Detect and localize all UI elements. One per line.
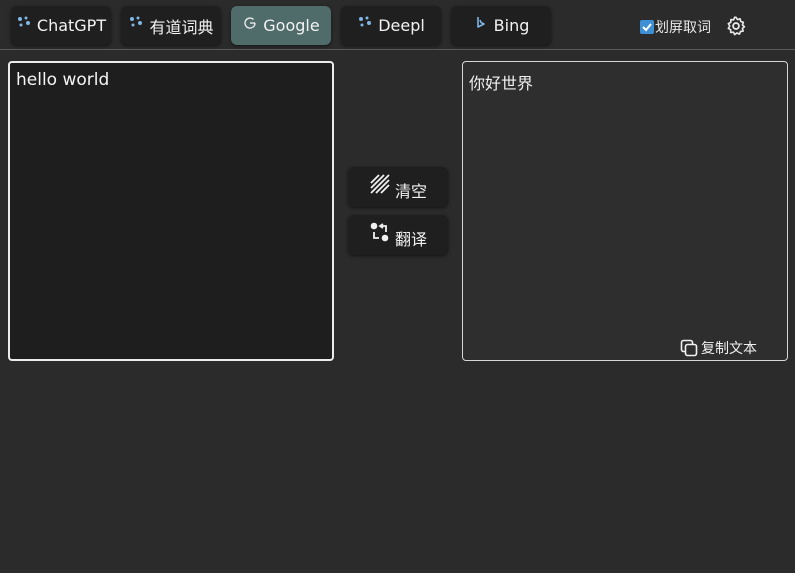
copy-text-label: 复制文本	[701, 341, 757, 357]
toggle-label: 划屏取词	[655, 20, 711, 36]
translate-button[interactable]: 翻译	[348, 215, 448, 255]
sparkle-dots-icon	[17, 16, 30, 26]
bing-icon	[476, 16, 485, 28]
tab-label: 有道词典	[149, 17, 214, 37]
check-icon	[642, 23, 652, 32]
copy-icon	[680, 339, 698, 357]
source-text-panel	[8, 61, 334, 361]
tab-label: Bing	[493, 16, 530, 35]
translation-output-panel: 你好世界 复制文本	[462, 61, 788, 361]
tab-deepl[interactable]: Deepl	[341, 6, 441, 45]
translate-swap-icon	[370, 222, 389, 242]
copy-text-button[interactable]: 复制文本	[680, 338, 757, 358]
tab-label: Deepl	[378, 16, 425, 35]
tab-bing[interactable]: Bing	[451, 6, 551, 45]
select-to-translate-toggle[interactable]: 划屏取词	[640, 17, 711, 37]
engine-toolbar: ChatGPT 有道词典 Google Deepl Bing 划屏取词	[0, 0, 795, 50]
translation-text: 你好世界	[469, 74, 534, 93]
google-g-icon	[244, 16, 256, 29]
tab-google[interactable]: Google	[231, 6, 331, 45]
translate-label: 翻译	[394, 229, 427, 249]
clear-button[interactable]: 清空	[348, 167, 448, 207]
translator-app: ChatGPT 有道词典 Google Deepl Bing 划屏取词 hell…	[0, 0, 795, 573]
gear-icon[interactable]	[725, 15, 747, 37]
clear-label: 清空	[394, 181, 427, 201]
tab-chatgpt[interactable]: ChatGPT	[11, 6, 111, 45]
sparkle-dots-icon	[359, 16, 372, 26]
tab-label: ChatGPT	[36, 16, 107, 35]
tab-label: Google	[263, 16, 320, 35]
clear-stripes-icon	[370, 174, 390, 194]
checkbox[interactable]	[640, 20, 654, 34]
tab-youdao[interactable]: 有道词典	[121, 6, 221, 45]
source-text-input[interactable]	[10, 63, 332, 359]
sparkle-dots-icon	[130, 16, 143, 26]
